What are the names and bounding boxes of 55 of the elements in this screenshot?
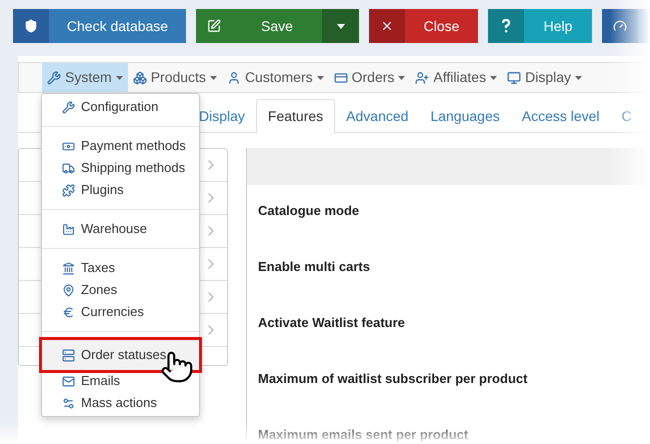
help-icon xyxy=(501,19,511,33)
menu-item[interactable]: System xyxy=(42,63,128,92)
dropdown-item[interactable]: Zones xyxy=(42,279,199,301)
euro-icon xyxy=(62,306,75,318)
dropdown-item[interactable]: Warehouse xyxy=(42,218,199,240)
user-plus-icon xyxy=(415,70,430,84)
dropdown-item[interactable]: Currencies xyxy=(42,301,199,323)
menu-item[interactable]: Affiliates xyxy=(410,63,502,92)
menu-item[interactable]: Customers xyxy=(222,63,329,92)
toolbar-button[interactable] xyxy=(602,9,650,43)
wrench-icon xyxy=(62,100,75,114)
wrench-icon xyxy=(47,70,61,84)
menu-item[interactable]: Products xyxy=(128,63,222,92)
pin-icon xyxy=(62,284,75,296)
card-icon xyxy=(334,70,348,84)
tab[interactable]: Advanced xyxy=(335,99,420,134)
caret-icon xyxy=(210,76,217,80)
dropdown-item[interactable]: Order statuses xyxy=(42,340,199,370)
banknote-icon xyxy=(62,140,75,152)
setting-label: Maximum of waitlist subscriber per product xyxy=(257,370,528,385)
dropdown-item[interactable]: Shipping methods xyxy=(42,157,199,179)
caret-icon xyxy=(336,24,344,28)
menu-item[interactable]: Display xyxy=(502,63,587,92)
shield-icon xyxy=(24,19,38,33)
caret-icon xyxy=(575,76,582,80)
edit-icon xyxy=(207,19,221,33)
puzzle-icon xyxy=(62,184,75,196)
user-icon xyxy=(226,70,241,84)
tab[interactable]: Features xyxy=(256,99,336,134)
bank-icon xyxy=(62,262,75,274)
setting-label: Activate Waitlist feature xyxy=(257,314,406,329)
dropdown-item[interactable]: Taxes xyxy=(42,257,199,279)
close-icon xyxy=(380,19,394,33)
list-icon xyxy=(62,348,75,362)
dropdown-item[interactable]: Payment methods xyxy=(42,135,199,157)
dropdown-item[interactable]: Plugins xyxy=(42,179,199,201)
setting-label: Catalogue mode xyxy=(257,202,360,217)
factory-icon xyxy=(62,222,75,236)
dropdown-item[interactable]: Mass actions xyxy=(42,392,199,414)
caret-icon xyxy=(316,76,324,80)
monitor-icon xyxy=(507,70,522,84)
menu-item[interactable]: Orders xyxy=(328,63,410,92)
dropdown-item[interactable]: Emails xyxy=(42,370,199,392)
caret-icon xyxy=(490,76,498,80)
caret-icon xyxy=(116,76,123,80)
tab[interactable]: Access level xyxy=(510,99,611,134)
setting-label: Enable multi carts xyxy=(257,258,371,273)
dropdown-toggle[interactable] xyxy=(322,9,359,43)
truck-icon xyxy=(62,162,75,174)
gauge-icon xyxy=(613,19,627,33)
boxes-icon xyxy=(132,70,147,84)
envelope-icon xyxy=(62,374,75,388)
tab[interactable]: Languages xyxy=(419,99,511,134)
setting-label: Maximum emails sent per product xyxy=(257,426,470,441)
caret-icon xyxy=(398,76,406,80)
